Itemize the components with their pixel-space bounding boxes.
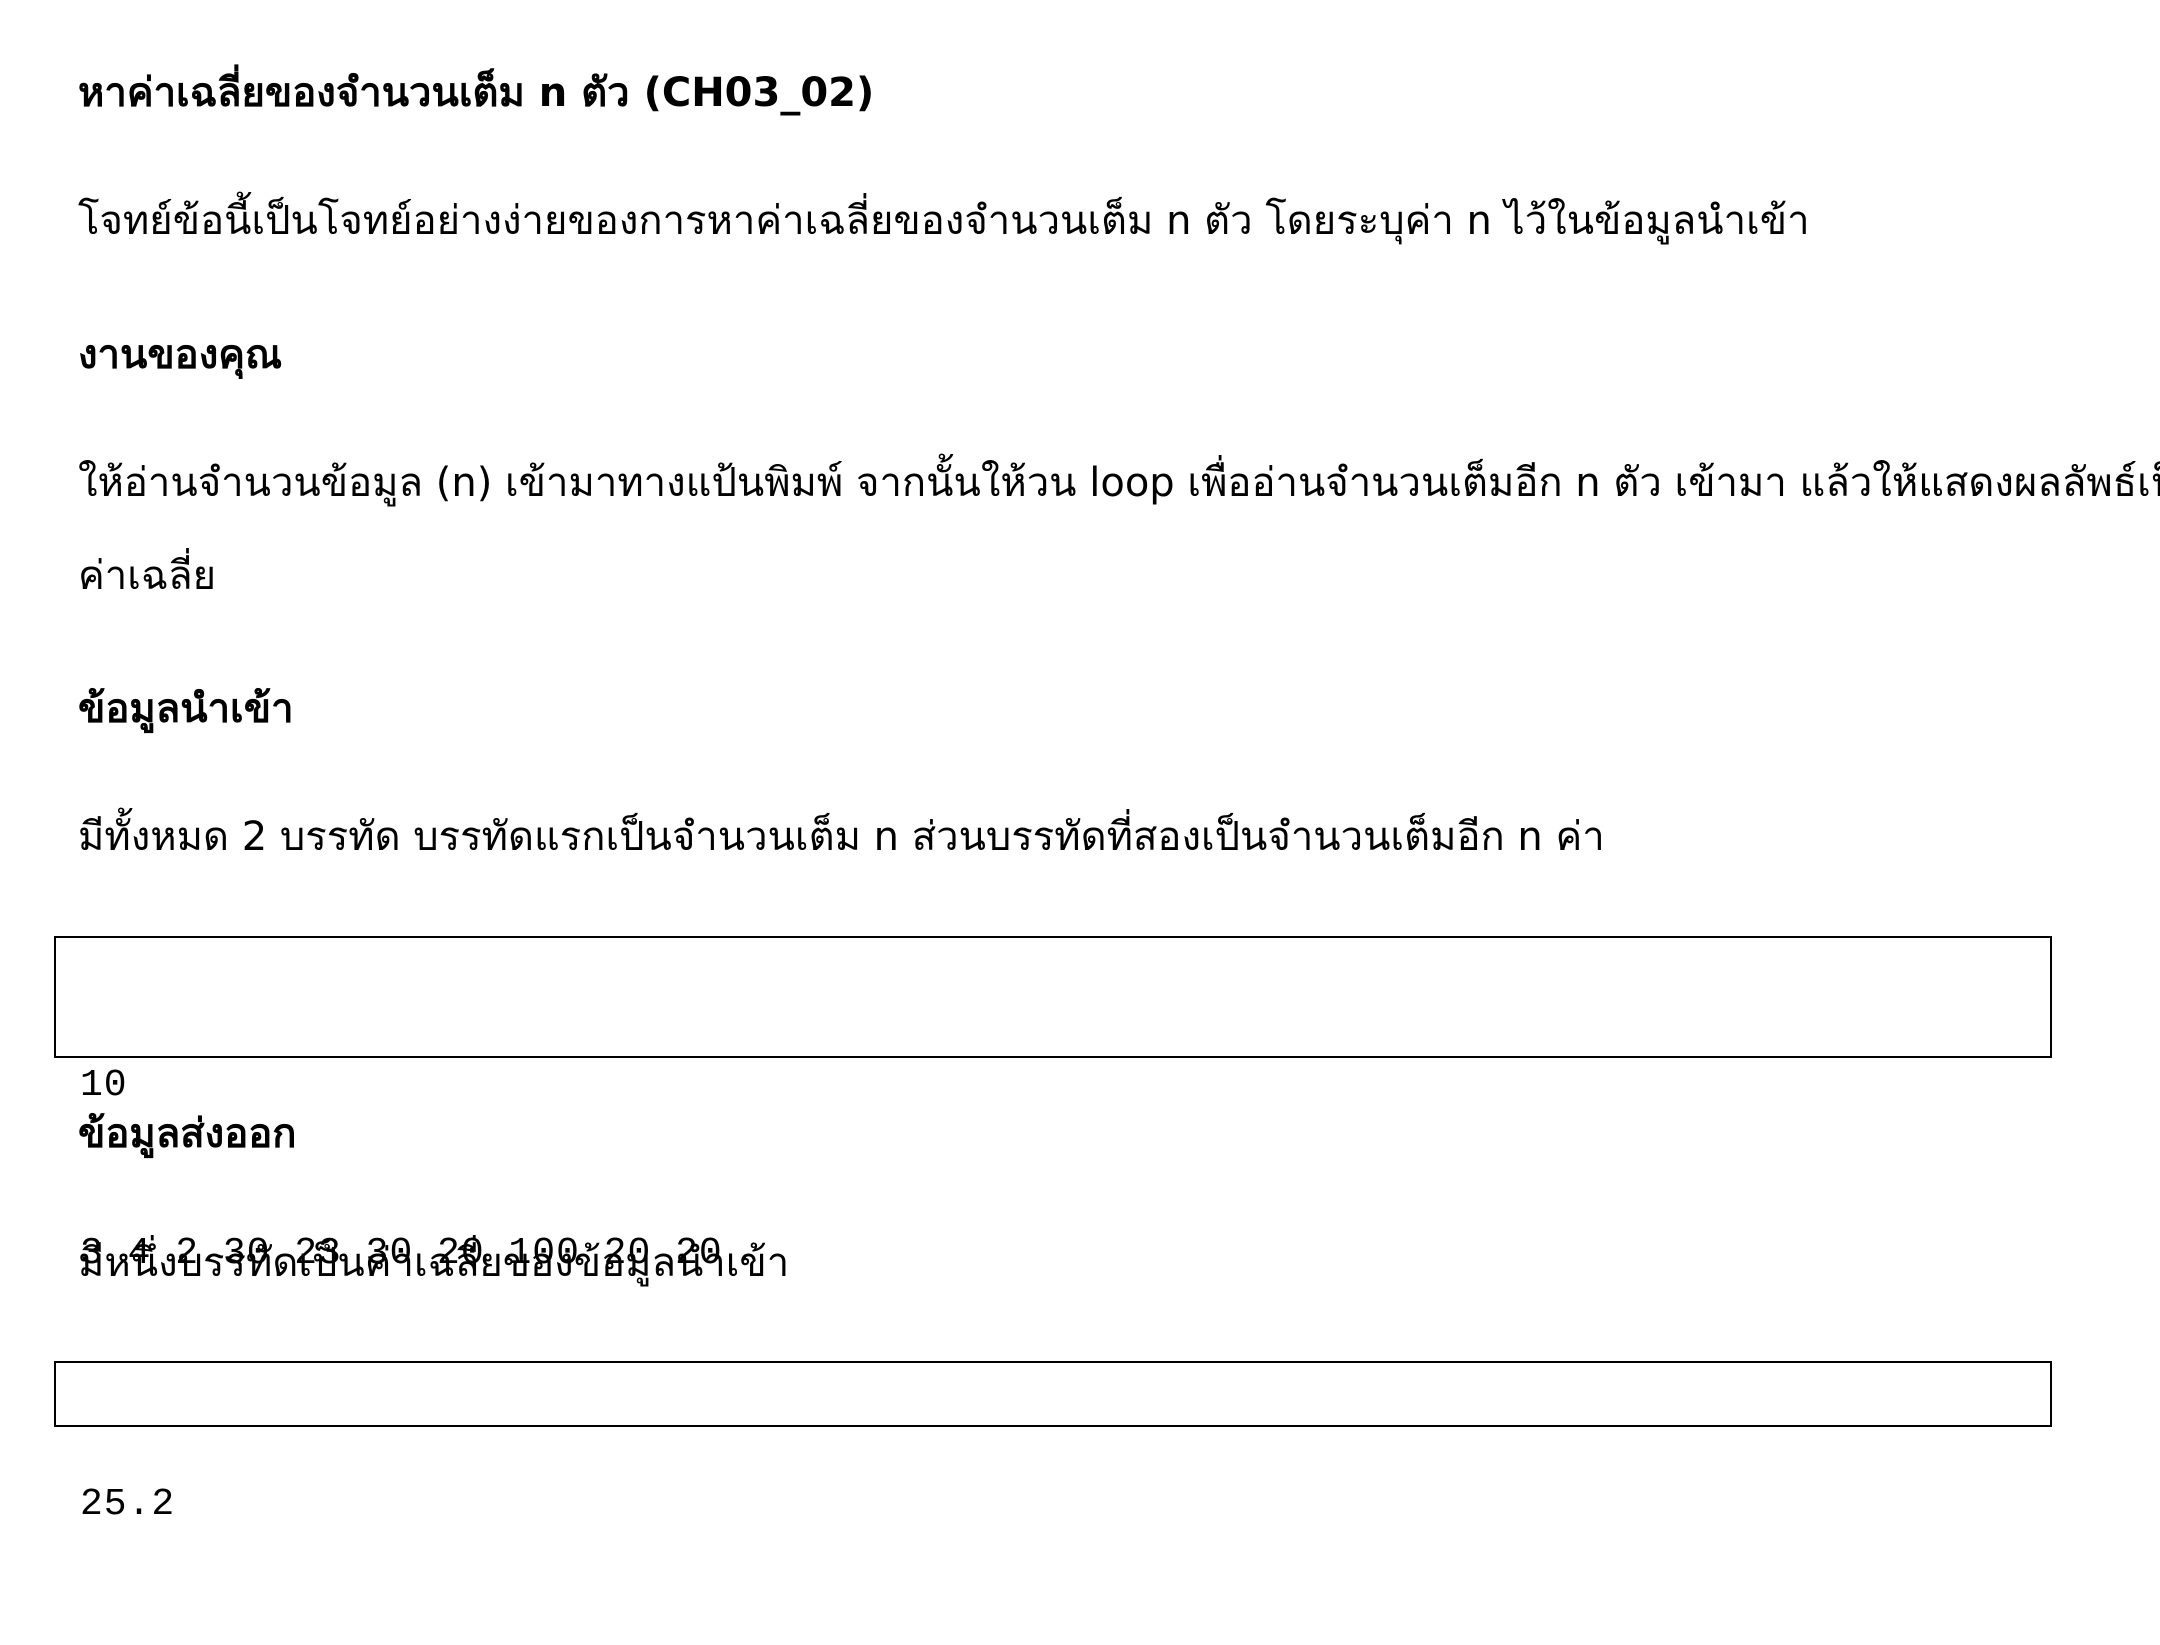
output-heading: ข้อมูลส่งออก	[78, 1111, 297, 1157]
output-description: มีหนึ่งบรรทัดเป็นค่าเฉลี่ยของข้อมูลนำเข้…	[78, 1240, 790, 1286]
task-text-line-1: ให้อ่านจำนวนข้อมูล (n) เข้ามาทางแป้นพิมพ…	[78, 460, 2160, 506]
problem-title: หาค่าเฉลี่ยของจำนวนเต็ม n ตัว (CH03_02)	[78, 70, 875, 116]
input-heading: ข้อมูลนำเข้า	[78, 686, 294, 732]
problem-intro: โจทย์ข้อนี้เป็นโจทย์อย่างง่ายของการหาค่า…	[78, 198, 1810, 244]
task-heading: งานของคุณ	[78, 332, 283, 378]
sample-output-box: 25.2	[54, 1361, 2052, 1526]
document-page: หาค่าเฉลี่ยของจำนวนเต็ม n ตัว (CH03_02) …	[0, 0, 2160, 1526]
input-description: มีทั้งหมด 2 บรรทัด บรรทัดแรกเป็นจำนวนเต็…	[78, 814, 1605, 860]
task-text-line-2: ค่าเฉลี่ย	[78, 553, 217, 599]
sample-input-line-1: 10	[80, 1064, 128, 1107]
sample-input-box: 10 3 4 2 30 23 30 20 100 20 20	[54, 936, 2052, 1275]
sample-output-line-1: 25.2	[80, 1483, 176, 1526]
